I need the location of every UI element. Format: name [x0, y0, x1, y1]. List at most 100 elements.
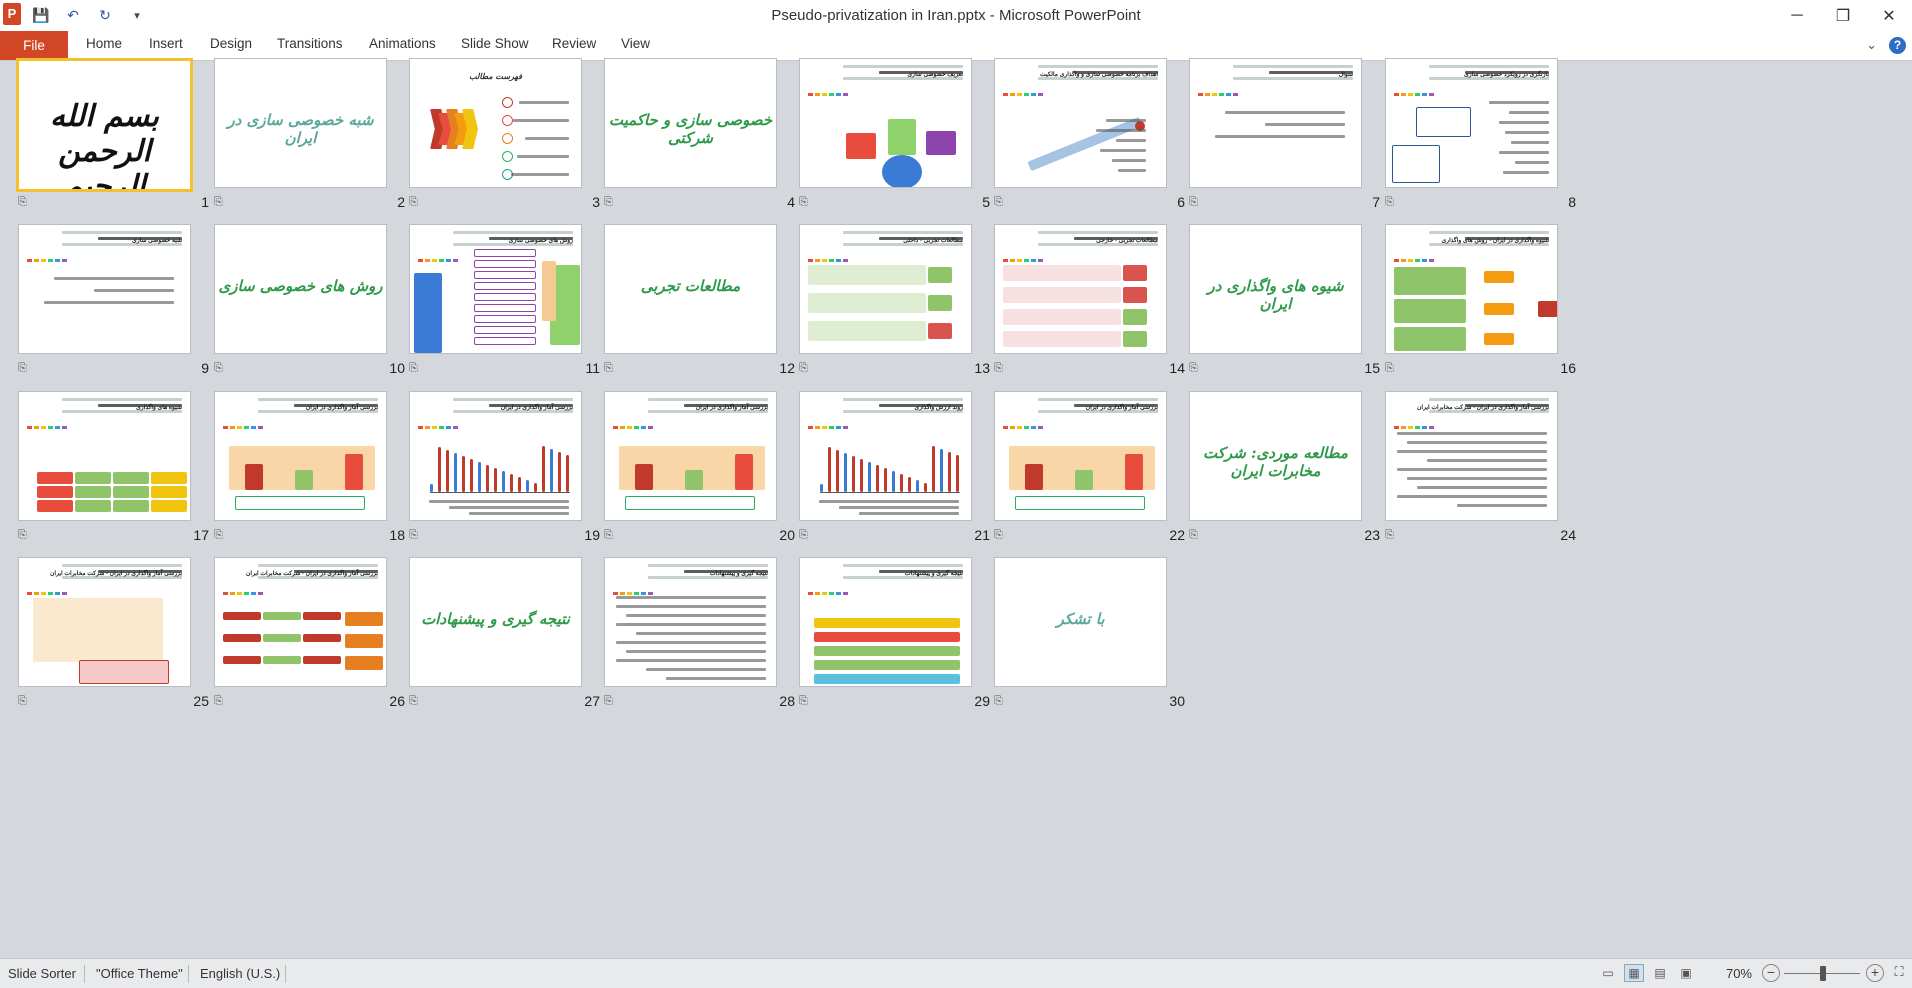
slide-color-strip	[1394, 93, 1434, 96]
slide-thumbnail[interactable]: مطالعات تجربی - خارجی	[994, 224, 1167, 354]
slide-transition-icon[interactable]: ⎘	[799, 529, 813, 543]
slide-heading: بررسی آمار واگذاری در ایران	[695, 405, 768, 411]
slide-thumbnail[interactable]: بررسی آمار واگذاری در ایران	[214, 391, 387, 521]
slide-transition-icon[interactable]: ⎘	[18, 196, 32, 210]
slide-thumbnail[interactable]: بازنگری در رویکرد خصوصی سازی	[1385, 58, 1558, 188]
zoom-level[interactable]: 70%	[1726, 966, 1752, 981]
slide-color-strip	[223, 592, 263, 595]
slide-transition-icon[interactable]: ⎘	[1189, 529, 1203, 543]
tab-view[interactable]: View	[621, 36, 650, 51]
save-icon[interactable]: 💾	[30, 5, 52, 25]
slide-transition-icon[interactable]: ⎘	[1385, 196, 1399, 210]
slide-thumbnail[interactable]: روش های خصوصی سازی	[214, 224, 387, 354]
slide-transition-icon[interactable]: ⎘	[1189, 362, 1203, 376]
reading-view-icon[interactable]: ▤	[1650, 964, 1670, 982]
slide-transition-icon[interactable]: ⎘	[1385, 529, 1399, 543]
slide-sorter-view-icon[interactable]: ▦	[1624, 964, 1644, 982]
zoom-slider-thumb[interactable]	[1820, 966, 1826, 981]
tab-home[interactable]: Home	[86, 36, 122, 51]
slide-thumbnail[interactable]: بررسی آمار واگذاری در ایران - شرکت مخابر…	[18, 557, 191, 687]
help-icon[interactable]: ?	[1889, 37, 1906, 54]
maximize-button[interactable]: ❐	[1820, 0, 1866, 31]
slide-thumbnail[interactable]: روند ارزش واگذاری	[799, 391, 972, 521]
slide-thumbnail[interactable]: شیوه های واگذاری در ایران	[1189, 224, 1362, 354]
slide-thumbnail[interactable]: با تشکر	[994, 557, 1167, 687]
language-label[interactable]: English (U.S.)	[200, 966, 280, 981]
slide-transition-icon[interactable]: ⎘	[994, 529, 1008, 543]
fit-to-window-icon[interactable]: ⛶	[1890, 964, 1908, 982]
slide-thumbnail[interactable]: مطالعه موردی: شرکت مخابرات ایران	[1189, 391, 1362, 521]
slide-transition-icon[interactable]: ⎘	[214, 196, 228, 210]
status-bar: Slide Sorter "Office Theme" English (U.S…	[0, 958, 1912, 988]
slide-transition-icon[interactable]: ⎘	[214, 529, 228, 543]
slide-transition-icon[interactable]: ⎘	[799, 695, 813, 709]
slide-thumbnail[interactable]: روش های خصوصی سازی	[409, 224, 582, 354]
slide-thumbnail[interactable]: نتیجه گیری و پیشنهادات	[799, 557, 972, 687]
slide-thumbnail[interactable]: فهرست مطالب	[409, 58, 582, 188]
slide-transition-icon[interactable]: ⎘	[18, 362, 32, 376]
slide-transition-icon[interactable]: ⎘	[409, 695, 423, 709]
slide-thumbnail[interactable]: بررسی آمار واگذاری در ایران	[409, 391, 582, 521]
slide-thumbnail[interactable]: خصوصی سازی و حاکمیت شرکتی	[604, 58, 777, 188]
slide-thumbnail[interactable]: شبه خصوصی سازی	[18, 224, 191, 354]
zoom-out-button[interactable]: −	[1762, 964, 1780, 982]
slide-thumbnail[interactable]: بررسی آمار واگذاری در ایران - شرکت مخابر…	[1385, 391, 1558, 521]
undo-icon[interactable]: ↶	[62, 5, 84, 25]
slide-thumbnail[interactable]: بررسی آمار واگذاری در ایران	[994, 391, 1167, 521]
slide-transition-icon[interactable]: ⎘	[1385, 362, 1399, 376]
close-button[interactable]: ✕	[1866, 0, 1912, 31]
slide-thumbnail[interactable]: مطالعات تجربی	[604, 224, 777, 354]
slide-transition-icon[interactable]: ⎘	[409, 529, 423, 543]
slide-thumbnail[interactable]: بررسی آمار واگذاری در ایران	[604, 391, 777, 521]
slide-thumbnail[interactable]: سوال	[1189, 58, 1362, 188]
slide-thumbnail[interactable]: بسم الله الرحمن الرحیم	[16, 58, 193, 192]
slide-thumbnail[interactable]: اهداف برنامه خصوصی سازی و واگذاری مالکیت	[994, 58, 1167, 188]
slide-transition-icon[interactable]: ⎘	[214, 695, 228, 709]
slide-transition-icon[interactable]: ⎘	[1189, 196, 1203, 210]
slide-transition-icon[interactable]: ⎘	[994, 695, 1008, 709]
tab-transitions[interactable]: Transitions	[277, 36, 343, 51]
tab-slide-show[interactable]: Slide Show	[461, 36, 529, 51]
slide-transition-icon[interactable]: ⎘	[994, 196, 1008, 210]
slide-transition-icon[interactable]: ⎘	[214, 362, 228, 376]
slide-color-strip	[613, 592, 653, 595]
slide-content: شبه خصوصی سازی در ایران	[215, 59, 386, 187]
redo-icon[interactable]: ↻	[94, 5, 116, 25]
slide-thumbnail[interactable]: تعریف خصوصی سازی	[799, 58, 972, 188]
normal-view-icon[interactable]: ▭	[1598, 964, 1618, 982]
slide-transition-icon[interactable]: ⎘	[604, 196, 618, 210]
slide-thumbnail[interactable]: شبه خصوصی سازی در ایران	[214, 58, 387, 188]
slide-transition-icon[interactable]: ⎘	[604, 362, 618, 376]
powerpoint-app-icon[interactable]: P	[3, 3, 21, 25]
tab-design[interactable]: Design	[210, 36, 252, 51]
file-tab[interactable]: File	[0, 31, 68, 60]
minimize-button[interactable]: ─	[1774, 0, 1820, 31]
slide-number: 1	[201, 194, 209, 210]
tab-insert[interactable]: Insert	[149, 36, 183, 51]
slide-transition-icon[interactable]: ⎘	[409, 362, 423, 376]
slide-transition-icon[interactable]: ⎘	[18, 529, 32, 543]
tab-review[interactable]: Review	[552, 36, 596, 51]
slide-thumbnail[interactable]: شیوه های واگذاری	[18, 391, 191, 521]
slide-thumbnail[interactable]: شیوه واگذاری در ایران - روش های واگذاری	[1385, 224, 1558, 354]
slide-transition-icon[interactable]: ⎘	[799, 196, 813, 210]
slide-transition-icon[interactable]: ⎘	[604, 695, 618, 709]
slide-transition-icon[interactable]: ⎘	[18, 695, 32, 709]
slide-show-view-icon[interactable]: ▣	[1676, 964, 1696, 982]
zoom-in-button[interactable]: +	[1866, 964, 1884, 982]
slide-thumbnail[interactable]: نتیجه گیری و پیشنهادات	[409, 557, 582, 687]
ribbon-tab-bar: File Home Insert Design Transitions Anim…	[0, 31, 1912, 61]
slide-transition-icon[interactable]: ⎘	[604, 529, 618, 543]
collapse-ribbon-icon[interactable]: ⌄	[1866, 37, 1877, 54]
slide-transition-icon[interactable]: ⎘	[799, 362, 813, 376]
slide-transition-icon[interactable]: ⎘	[994, 362, 1008, 376]
theme-name-label[interactable]: "Office Theme"	[96, 966, 183, 981]
slide-content: بسم الله الرحمن الرحیم	[19, 61, 190, 189]
tab-animations[interactable]: Animations	[369, 36, 436, 51]
slide-content: شیوه واگذاری در ایران - روش های واگذاری	[1386, 225, 1557, 353]
slide-transition-icon[interactable]: ⎘	[409, 196, 423, 210]
slide-thumbnail[interactable]: بررسی آمار واگذاری در ایران - شرکت مخابر…	[214, 557, 387, 687]
slide-thumbnail[interactable]: مطالعات تجربی - داخلی	[799, 224, 972, 354]
customize-qat-icon[interactable]: ▾	[126, 5, 148, 25]
slide-thumbnail[interactable]: نتیجه گیری و پیشنهادات	[604, 557, 777, 687]
